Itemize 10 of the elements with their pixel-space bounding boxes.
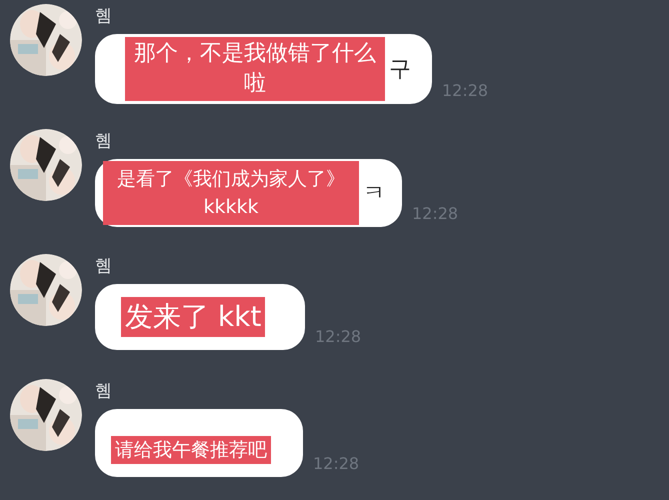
translation-overlay: 是看了《我们成为家人了》kkkkk	[103, 161, 359, 225]
sender-name: 혬	[95, 5, 113, 28]
sender-name: 혬	[95, 130, 113, 153]
message-text: 구	[389, 56, 411, 84]
translation-overlay: 那个，不是我做错了什么啦	[125, 37, 385, 101]
message-text: ㅋ	[363, 180, 385, 208]
translation-overlay: 请给我午餐推荐吧	[111, 436, 271, 464]
sender-name: 혬	[95, 380, 113, 403]
sender-name: 혬	[95, 255, 113, 278]
translation-overlay: 发来了 kkt	[121, 297, 266, 337]
